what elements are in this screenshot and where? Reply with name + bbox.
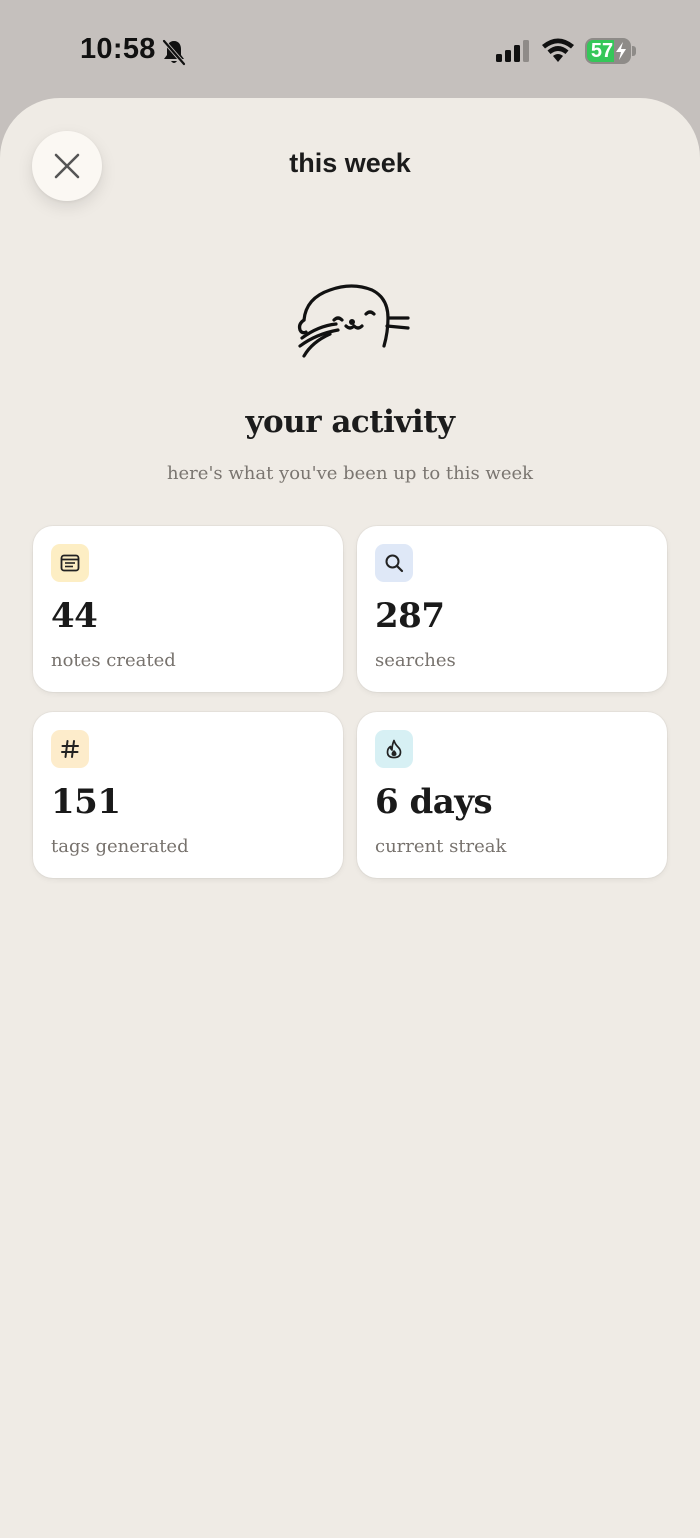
search-icon <box>375 544 413 582</box>
current-streak-label: current streak <box>375 836 507 857</box>
activity-heading: your activity <box>245 404 455 440</box>
battery-percentage: 57 <box>590 40 614 62</box>
wifi-icon <box>542 38 574 62</box>
charging-bolt-icon <box>616 42 626 60</box>
tags-generated-label: tags generated <box>51 836 189 857</box>
searches-value: 287 <box>375 596 445 636</box>
flame-icon <box>375 730 413 768</box>
status-time: 10:58 <box>80 33 156 65</box>
stat-card-streak: 6 days current streak <box>357 712 667 878</box>
otter-mascot-icon <box>297 284 410 358</box>
notes-created-label: notes created <box>51 650 176 671</box>
hash-icon <box>51 730 89 768</box>
notes-created-value: 44 <box>51 596 98 636</box>
stat-card-searches: 287 searches <box>357 526 667 692</box>
battery-cap <box>632 46 636 56</box>
cellular-signal-icon <box>496 40 529 62</box>
searches-label: searches <box>375 650 456 671</box>
activity-subheading: here's what you've been up to this week <box>166 463 534 484</box>
status-bar: 10:58 57 <box>0 0 700 100</box>
notes-icon <box>51 544 89 582</box>
tags-generated-value: 151 <box>51 782 121 822</box>
bell-off-icon <box>162 39 186 66</box>
stat-card-notes: 44 notes created <box>33 526 343 692</box>
stat-card-tags: 151 tags generated <box>33 712 343 878</box>
sheet-title: this week <box>289 148 411 178</box>
current-streak-value: 6 days <box>375 782 493 822</box>
